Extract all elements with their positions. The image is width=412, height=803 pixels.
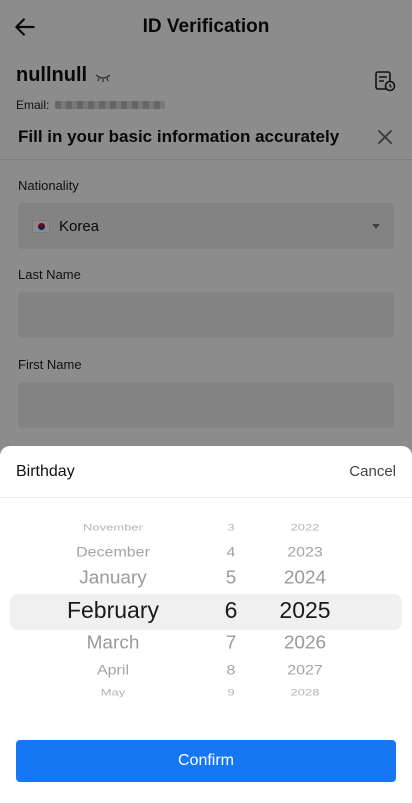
day-option[interactable]: 3 <box>206 521 256 535</box>
cancel-button[interactable]: Cancel <box>349 463 396 480</box>
month-option-selected[interactable]: February <box>28 596 198 625</box>
month-option[interactable]: March <box>28 632 198 656</box>
birthday-picker: Birthday Cancel November December Januar… <box>0 446 412 803</box>
day-option[interactable]: 5 <box>206 567 256 591</box>
year-option[interactable]: 2027 <box>260 662 350 681</box>
picker-title: Birthday <box>16 462 75 480</box>
month-option[interactable]: November <box>28 521 198 535</box>
day-option[interactable]: 9 <box>206 686 256 700</box>
year-option[interactable]: 2023 <box>260 544 350 563</box>
day-option[interactable]: 8 <box>206 662 256 681</box>
month-option[interactable]: May <box>28 686 198 700</box>
day-option[interactable]: 4 <box>206 544 256 563</box>
date-wheel: November December January February March… <box>0 510 412 706</box>
day-option-selected[interactable]: 6 <box>206 596 256 625</box>
year-option[interactable]: 2024 <box>260 567 350 591</box>
year-wheel[interactable]: 2022 2023 2024 2025 2026 2027 2028 <box>260 510 350 706</box>
month-option[interactable]: December <box>28 544 198 563</box>
month-wheel[interactable]: November December January February March… <box>28 510 198 706</box>
year-option[interactable]: 2022 <box>260 521 350 535</box>
month-option[interactable]: January <box>28 567 198 591</box>
year-option[interactable]: 2026 <box>260 632 350 656</box>
year-option[interactable]: 2028 <box>260 686 350 700</box>
month-option[interactable]: April <box>28 662 198 681</box>
day-wheel[interactable]: 3 4 5 6 7 8 9 <box>206 510 256 706</box>
picker-header: Birthday Cancel <box>0 446 412 498</box>
confirm-button[interactable]: Confirm <box>16 740 396 782</box>
day-option[interactable]: 7 <box>206 632 256 656</box>
year-option-selected[interactable]: 2025 <box>260 596 350 625</box>
